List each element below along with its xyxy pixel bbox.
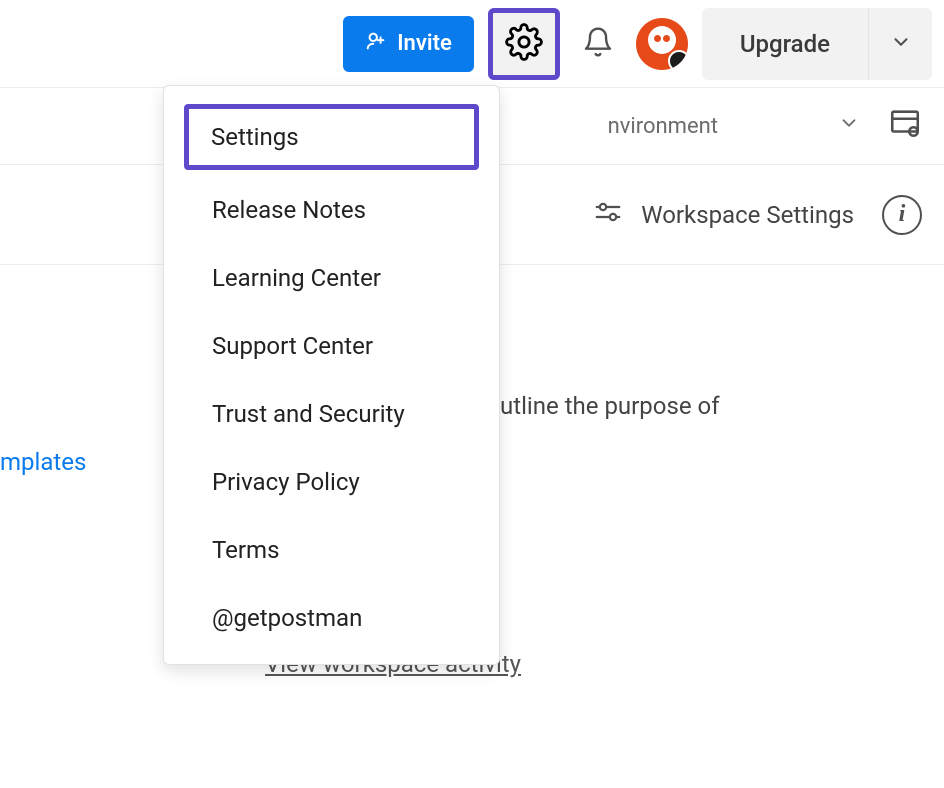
menu-item-learning-center[interactable]: Learning Center (172, 244, 491, 312)
gear-icon (505, 23, 543, 65)
upgrade-button-group: Upgrade (702, 8, 932, 80)
invite-label: Invite (397, 31, 452, 56)
menu-item-settings[interactable]: Settings (184, 104, 479, 170)
upgrade-dropdown-button[interactable] (868, 8, 932, 80)
environment-label: nvironment (608, 114, 718, 139)
notifications-button[interactable] (574, 20, 622, 68)
templates-link[interactable]: mplates (0, 448, 86, 476)
purpose-text-fragment: utline the purpose of (500, 392, 720, 420)
sliders-icon (593, 197, 623, 233)
menu-item-release-notes[interactable]: Release Notes (172, 176, 491, 244)
menu-item-support-center[interactable]: Support Center (172, 312, 491, 380)
menu-item-getpostman[interactable]: @getpostman (172, 584, 491, 652)
menu-item-trust-and-security[interactable]: Trust and Security (172, 380, 491, 448)
chevron-down-icon (838, 112, 860, 140)
avatar[interactable] (636, 18, 688, 70)
workspace-settings-button[interactable]: Workspace Settings (593, 197, 854, 233)
bell-icon (582, 26, 614, 62)
invite-icon (365, 30, 387, 58)
settings-gear-button[interactable] (488, 8, 560, 80)
menu-item-terms[interactable]: Terms (172, 516, 491, 584)
settings-dropdown-menu: Settings Release Notes Learning Center S… (163, 85, 500, 665)
environment-selector[interactable]: nvironment (608, 112, 860, 140)
invite-button[interactable]: Invite (343, 16, 474, 72)
info-icon[interactable]: i (882, 195, 922, 235)
chevron-down-icon (890, 31, 912, 57)
upgrade-button[interactable]: Upgrade (702, 8, 868, 80)
workspace-settings-label: Workspace Settings (641, 201, 854, 229)
menu-item-privacy-policy[interactable]: Privacy Policy (172, 448, 491, 516)
top-bar: Invite Upgrade (0, 0, 944, 87)
environment-quicklook-icon[interactable] (888, 106, 922, 146)
